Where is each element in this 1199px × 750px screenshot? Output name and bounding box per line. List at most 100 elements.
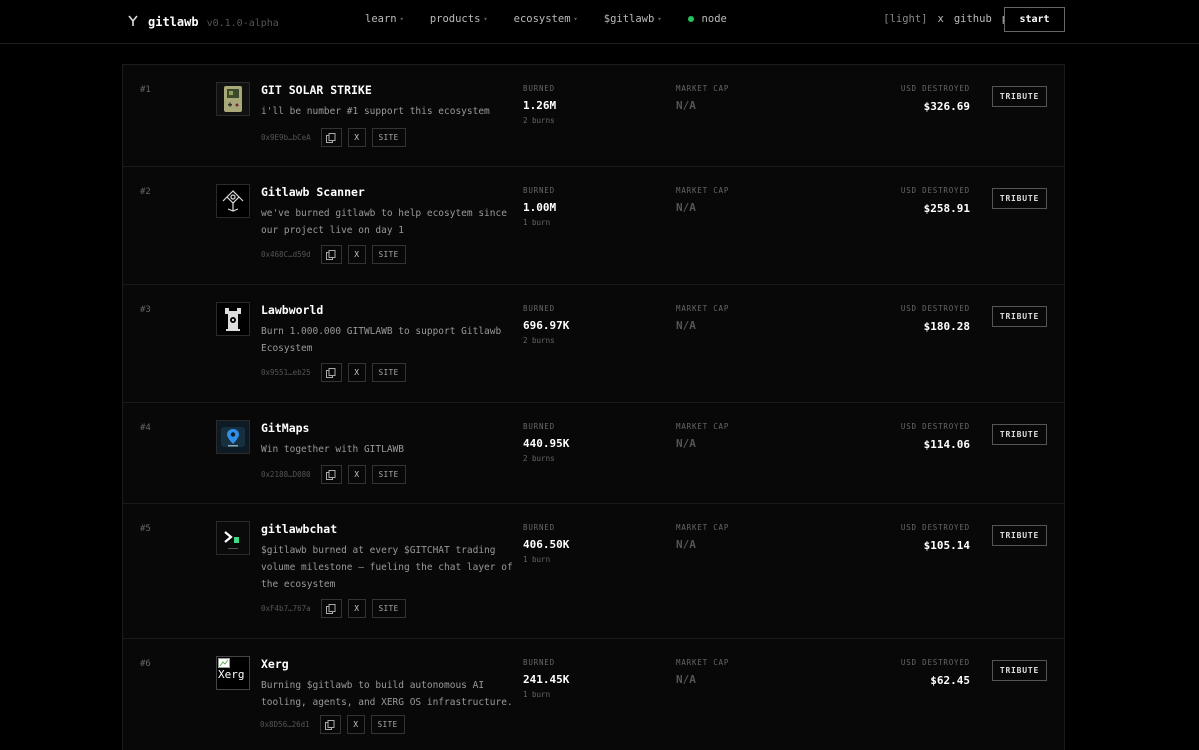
burn-count: 1 burn — [523, 218, 551, 227]
burned-label: BURNED — [523, 186, 555, 195]
copy-icon — [326, 249, 336, 260]
site-button[interactable]: SITE — [371, 245, 406, 264]
chevron-down-icon: ▾ — [399, 15, 404, 23]
usd-destroyed-value: $114.06 — [923, 438, 970, 451]
usd-destroyed-label: USD DESTROYED — [900, 304, 970, 313]
tribute-button[interactable]: TRIBUTE — [992, 424, 1047, 445]
nav-gitlawb-token-label: $gitlawb — [603, 13, 655, 25]
x-profile-button[interactable]: X — [347, 128, 366, 147]
tribute-button[interactable]: TRIBUTE — [992, 525, 1047, 546]
x-profile-button[interactable]: X — [347, 363, 366, 382]
contract-address: 0x468C…d59d — [261, 250, 311, 259]
burned-amount: 440.95K — [523, 437, 570, 450]
site-button[interactable]: SITE — [371, 363, 406, 382]
copy-icon — [326, 469, 336, 480]
project-description: $gitlawb burned at every $GITCHAT tradin… — [261, 545, 513, 590]
market-cap-label: MARKET CAP — [676, 523, 730, 532]
copy-address-button[interactable] — [319, 715, 341, 734]
leaderboard-row: #2 Gitlawb Scanner we've burned gitlawb … — [123, 167, 1064, 285]
tribute-button[interactable]: TRIBUTE — [992, 306, 1047, 327]
tribute-button[interactable]: TRIBUTE — [992, 188, 1047, 209]
x-profile-button[interactable]: X — [347, 465, 366, 484]
rank: #5 — [140, 524, 151, 534]
nav-learn[interactable]: learn ▾ — [365, 13, 404, 25]
market-cap-value: N/A — [676, 99, 696, 112]
market-cap-label: MARKET CAP — [676, 186, 730, 195]
xerg-logo-text: Xerg — [218, 668, 245, 681]
burned-amount: 241.45K — [523, 673, 570, 686]
site-button[interactable]: SITE — [371, 128, 406, 147]
burned-amount: 406.50K — [523, 538, 570, 551]
project-links: 0x2188…D080 X SITE — [261, 465, 406, 484]
market-cap-label: MARKET CAP — [676, 304, 730, 313]
scanner-icon — [216, 184, 250, 218]
rank: #4 — [140, 423, 151, 433]
usd-destroyed-label: USD DESTROYED — [900, 658, 970, 667]
copy-address-button[interactable] — [320, 465, 342, 484]
project-name: Xerg — [261, 657, 289, 671]
tribute-button[interactable]: TRIBUTE — [992, 660, 1047, 681]
leaderboard-row: #3 Lawbworld Burn 1.000.000 GITWLAWB to … — [123, 285, 1064, 403]
nav-node[interactable]: node — [687, 13, 727, 25]
brand-name: gitlawb — [148, 15, 199, 29]
github-link[interactable]: github — [954, 13, 992, 25]
burn-count: 1 burn — [523, 555, 551, 564]
usd-destroyed-label: USD DESTROYED — [900, 523, 970, 532]
map-pin-icon — [216, 420, 250, 454]
burn-count: 2 burns — [523, 336, 555, 345]
chevron-down-icon: ▾ — [657, 15, 662, 23]
nav-gitlawb-token[interactable]: $gitlawb ▾ — [604, 13, 662, 25]
site-button[interactable]: SITE — [370, 715, 405, 734]
nav-ecosystem[interactable]: ecosystem ▾ — [514, 13, 578, 25]
copy-icon — [326, 367, 336, 378]
market-cap-value: N/A — [676, 201, 696, 214]
x-profile-button[interactable]: X — [346, 715, 365, 734]
copy-address-button[interactable] — [320, 599, 342, 618]
usd-destroyed-value: $180.28 — [923, 320, 970, 333]
usd-destroyed-value: $258.91 — [923, 202, 970, 215]
copy-address-button[interactable] — [320, 363, 342, 382]
contract-address: 0x9E9b…bCeA — [261, 133, 311, 142]
copy-address-button[interactable] — [320, 245, 342, 264]
usd-destroyed-value: $62.45 — [930, 674, 970, 687]
burned-label: BURNED — [523, 658, 555, 667]
project-links: 0x8D56…26d1 X SITE — [260, 715, 405, 734]
burn-count: 2 burns — [523, 116, 555, 125]
site-button[interactable]: SITE — [371, 599, 406, 618]
rank: #3 — [140, 305, 151, 315]
tower-icon — [216, 302, 250, 336]
chevron-down-icon: ▾ — [573, 15, 578, 23]
market-cap-label: MARKET CAP — [676, 84, 730, 93]
tribute-button[interactable]: TRIBUTE — [992, 86, 1047, 107]
nav-products[interactable]: products ▾ — [430, 13, 488, 25]
rank: #2 — [140, 187, 151, 197]
brand[interactable]: gitlawb v0.1.0-alpha — [126, 12, 279, 29]
copy-address-button[interactable] — [320, 128, 342, 147]
x-profile-button[interactable]: X — [347, 599, 366, 618]
project-description: we've burned gitlawb to help ecosytem si… — [261, 208, 507, 236]
burned-amount: 696.97K — [523, 319, 570, 332]
x-profile-button[interactable]: X — [347, 245, 366, 264]
start-button[interactable]: start — [1004, 7, 1065, 32]
x-link[interactable]: x — [938, 13, 944, 25]
market-cap-value: N/A — [676, 673, 696, 686]
rank: #1 — [140, 85, 151, 95]
burned-label: BURNED — [523, 84, 555, 93]
market-cap-label: MARKET CAP — [676, 658, 730, 667]
burned-amount: 1.00M — [523, 201, 557, 214]
project-description: i'll be number #1 support this ecosystem — [261, 106, 490, 117]
project-links: 0xF4b7…767a X SITE — [261, 599, 406, 618]
project-links: 0x9E9b…bCeA X SITE — [261, 128, 406, 147]
theme-toggle[interactable]: [light] — [883, 13, 927, 25]
site-button[interactable]: SITE — [371, 465, 406, 484]
copy-icon — [325, 719, 335, 730]
project-description: Burning $gitlawb to build autonomous AI … — [261, 680, 513, 708]
contract-address: 0x8D56…26d1 — [260, 720, 310, 729]
contract-address: 0xF4b7…767a — [261, 604, 311, 613]
contract-address: 0x2188…D080 — [261, 470, 311, 479]
nav-ecosystem-label: ecosystem — [513, 13, 571, 25]
project-name: gitlawbchat — [261, 522, 338, 536]
project-name: GIT SOLAR STRIKE — [261, 83, 372, 97]
leaderboard-row: #1 GIT SOLAR STRIKE i'll be number #1 su… — [123, 65, 1064, 167]
project-name: GitMaps — [261, 421, 310, 435]
